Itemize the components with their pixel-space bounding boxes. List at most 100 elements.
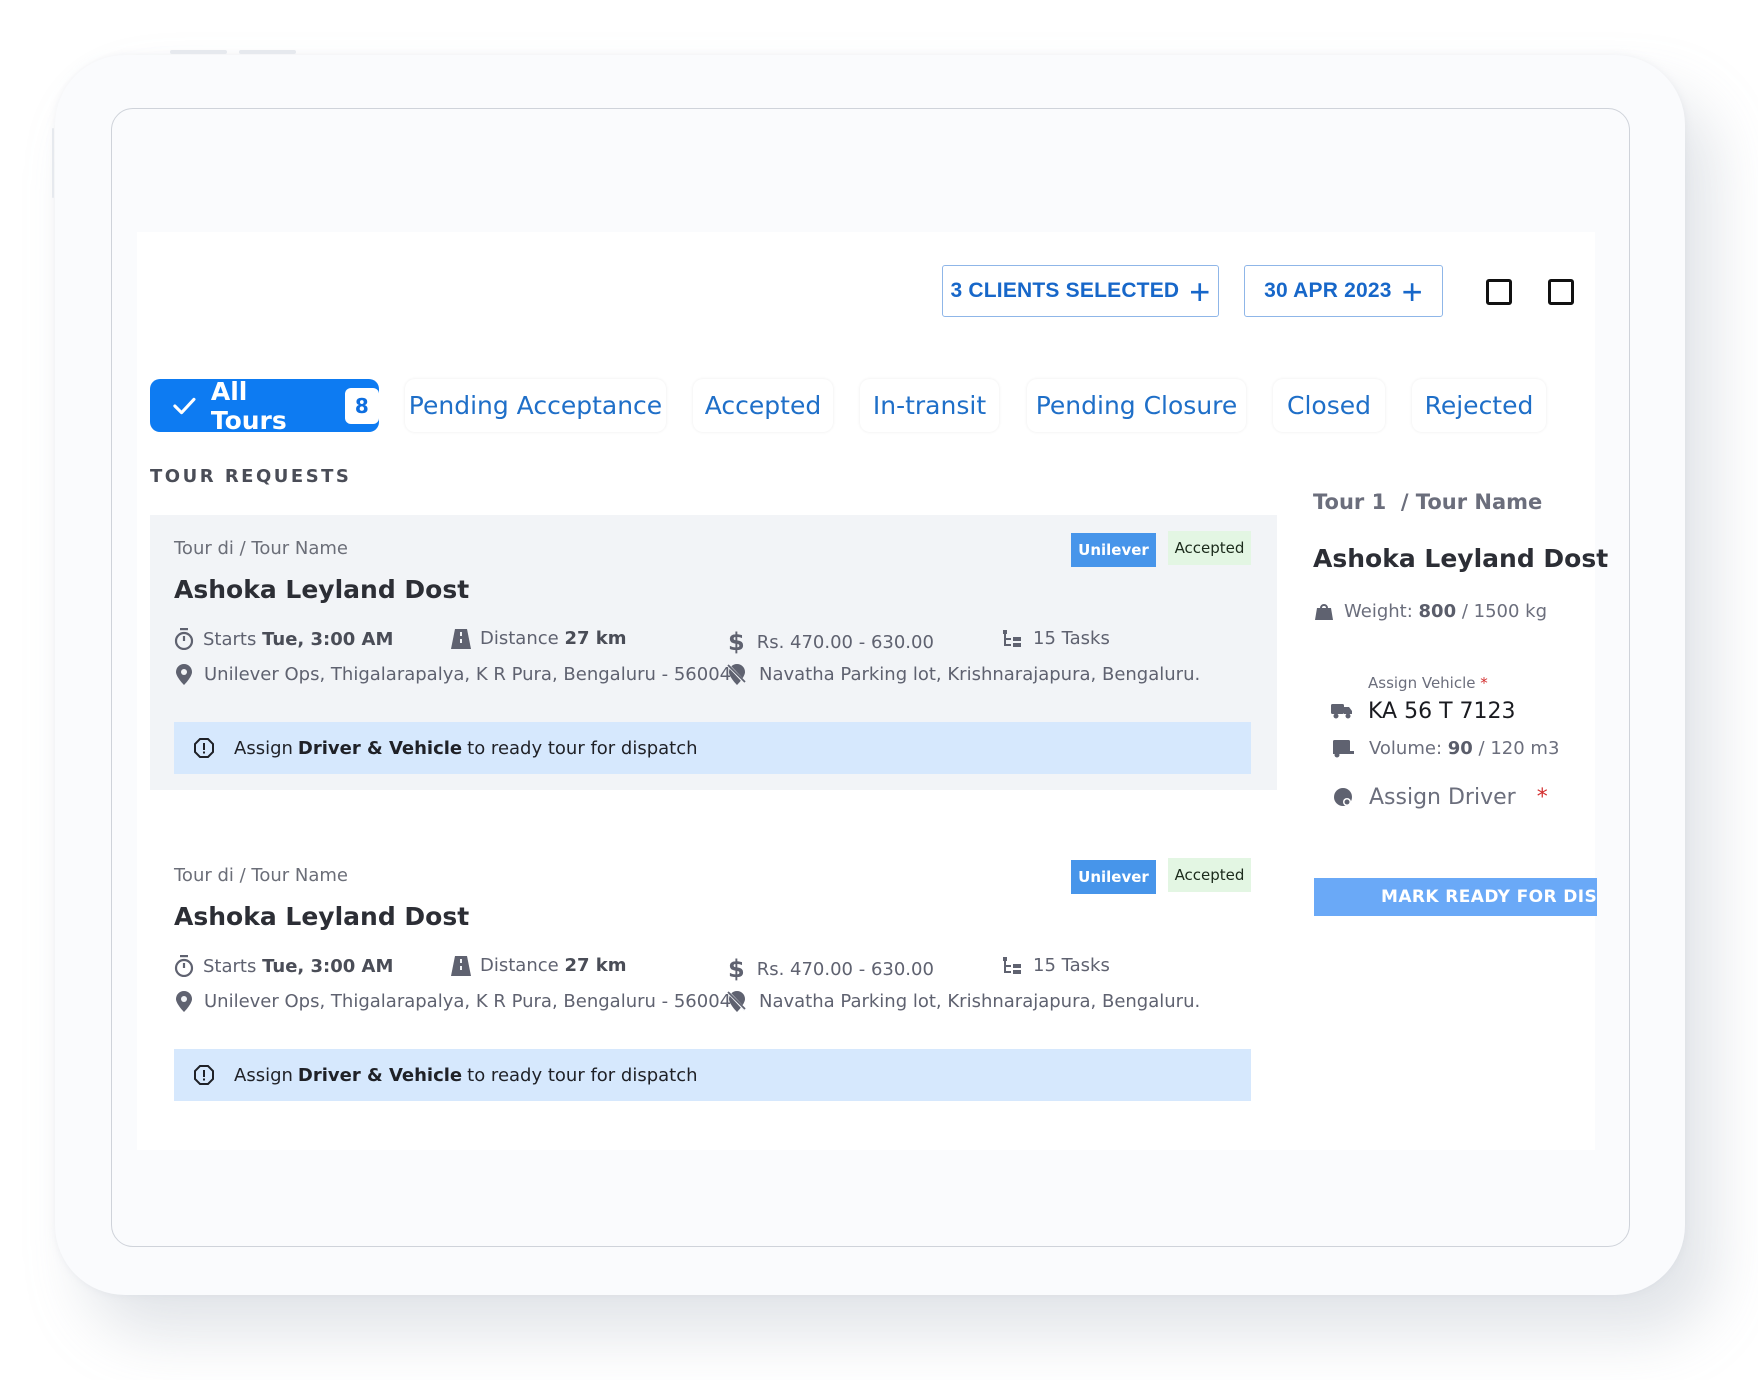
dispatch-button-label: MARK READY FOR DISPATCH (1381, 887, 1597, 907)
status-badge: Accepted (1168, 858, 1251, 892)
tab-closed[interactable]: Closed (1273, 379, 1385, 432)
tour-card[interactable]: Tour di / Tour Name Ashoka Leyland Dost … (150, 842, 1277, 1117)
plus-icon: + (1401, 271, 1423, 312)
distance: Distance 27 km (451, 628, 627, 649)
distance-value: 27 km (564, 628, 627, 649)
price-range: $ Rs. 470.00 - 630.00 (728, 628, 934, 656)
driver-icon (1334, 787, 1352, 806)
dollar-icon: $ (728, 628, 745, 656)
tab-in-transit[interactable]: In-transit (860, 379, 999, 432)
clients-filter-button[interactable]: 3 CLIENTS SELECTED + (942, 265, 1219, 317)
pickup-value: Unilever Ops, Thigalarapalya, K R Pura, … (204, 664, 743, 685)
alert-text-bold: Driver & Vehicle (297, 737, 463, 759)
volume-label: Volume: (1369, 738, 1443, 759)
alert-text-post: to ready tour for dispatch (467, 1064, 698, 1086)
task-count: 15 Tasks (1003, 628, 1110, 649)
tab-label: Pending Acceptance (408, 391, 663, 420)
tour-card[interactable]: Tour di / Tour Name Ashoka Leyland Dost … (150, 515, 1277, 790)
alert-text-pre: Assign (234, 1064, 293, 1086)
tablet-top-button-2 (239, 50, 296, 54)
start-value: Tue, 3:00 AM (262, 955, 394, 977)
check-icon (173, 397, 196, 414)
client-badge: Unilever (1071, 533, 1156, 567)
distance-label: Distance (480, 628, 559, 649)
drop-location: Navatha Parking lot, Krishnarajapura, Be… (727, 991, 1200, 1012)
clients-filter-label: 3 CLIENTS SELECTED (950, 279, 1180, 302)
tablet-top-button-1 (170, 50, 227, 54)
alert-text-bold: Driver & Vehicle (297, 1064, 463, 1086)
tab-label: Accepted (704, 391, 822, 420)
vehicle-value: KA 56 T 7123 (1368, 699, 1516, 724)
weight-label: Weight: (1344, 601, 1413, 622)
weight-row: Weight: 800 / 1500 kg (1314, 601, 1547, 622)
detail-title: Ashoka Leyland Dost (1313, 544, 1609, 573)
pickup-value: Unilever Ops, Thigalarapalya, K R Pura, … (204, 991, 743, 1012)
road-icon (451, 955, 471, 976)
tab-label: All Tours (210, 376, 287, 435)
road-icon (451, 628, 471, 649)
alert-octagon-icon (194, 738, 214, 758)
pickup-location: Unilever Ops, Thigalarapalya, K R Pura, … (176, 664, 743, 685)
view-toggle-square-icon-2[interactable] (1548, 279, 1574, 305)
dollar-icon: $ (728, 955, 745, 983)
view-toggle-square-icon[interactable] (1486, 279, 1512, 305)
weight-max: / 1500 kg (1461, 601, 1547, 622)
tab-label: In-transit (872, 391, 987, 420)
tab-pending-acceptance[interactable]: Pending Acceptance (405, 379, 666, 432)
dispatch-alert: Assign Driver & Vehicle to ready tour fo… (174, 1049, 1251, 1101)
alert-text-pre: Assign (234, 737, 293, 759)
tab-rejected[interactable]: Rejected (1412, 379, 1546, 432)
task-count: 15 Tasks (1003, 955, 1110, 976)
tour-title: Ashoka Leyland Dost (174, 902, 470, 931)
location-pin-icon (176, 664, 192, 685)
tab-label: Rejected (1424, 391, 1534, 420)
required-mark: * (1480, 674, 1488, 692)
vehicle-select[interactable]: KA 56 T 7123 (1331, 699, 1516, 724)
distance-value: 27 km (564, 955, 627, 976)
task-tree-icon (1003, 956, 1021, 974)
assign-vehicle-label: Assign Vehicle * (1368, 674, 1488, 692)
tab-pending-closure[interactable]: Pending Closure (1027, 379, 1246, 432)
pickup-location: Unilever Ops, Thigalarapalya, K R Pura, … (176, 991, 743, 1012)
volume-max: / 120 m3 (1478, 738, 1560, 759)
tour-breadcrumb: Tour di / Tour Name (174, 538, 348, 559)
weight-icon (1315, 604, 1333, 620)
required-mark: * (1536, 785, 1548, 810)
alert-text-post: to ready tour for dispatch (467, 737, 698, 759)
start-label: Starts (203, 955, 257, 977)
volume-row: Volume: 90 / 120 m3 (1333, 738, 1559, 759)
tour-breadcrumb: Tour di / Tour Name (174, 865, 348, 886)
tablet-side-button (52, 128, 54, 198)
client-badge: Unilever (1071, 860, 1156, 894)
cargo-icon (1333, 739, 1354, 757)
location-off-icon (727, 991, 747, 1012)
weight-value: 800 (1418, 601, 1457, 622)
location-pin-icon (176, 991, 192, 1012)
stopwatch-icon (174, 955, 194, 977)
price-range: $ Rs. 470.00 - 630.00 (728, 955, 934, 983)
dispatch-alert: Assign Driver & Vehicle to ready tour fo… (174, 722, 1251, 774)
tasks-value: 15 Tasks (1033, 955, 1110, 976)
tab-count-badge: 8 (344, 387, 379, 424)
start-time: Starts Tue, 3:00 AM (174, 628, 393, 650)
drop-value: Navatha Parking lot, Krishnarajapura, Be… (759, 664, 1201, 685)
price-value: Rs. 470.00 - 630.00 (756, 958, 934, 980)
mark-ready-for-dispatch-button[interactable]: MARK READY FOR DISPATCH (1314, 878, 1597, 916)
assign-vehicle-text: Assign Vehicle (1368, 674, 1476, 692)
stopwatch-icon (174, 628, 194, 650)
tab-accepted[interactable]: Accepted (693, 379, 833, 432)
plus-icon: + (1189, 271, 1211, 312)
tour-title: Ashoka Leyland Dost (174, 575, 470, 604)
drop-value: Navatha Parking lot, Krishnarajapura, Be… (759, 991, 1201, 1012)
truck-icon (1331, 704, 1352, 719)
start-value: Tue, 3:00 AM (262, 628, 394, 650)
volume-value: 90 (1447, 738, 1473, 759)
date-filter-label: 30 APR 2023 (1264, 279, 1392, 302)
tab-label: Closed (1287, 391, 1371, 420)
date-filter-button[interactable]: 30 APR 2023 + (1244, 265, 1443, 317)
assign-driver-field[interactable]: Assign Driver * (1333, 785, 1548, 810)
distance-label: Distance (480, 955, 559, 976)
alert-octagon-icon (194, 1065, 214, 1085)
tasks-value: 15 Tasks (1033, 628, 1110, 649)
tab-all-tours[interactable]: All Tours 8 (150, 376, 379, 435)
